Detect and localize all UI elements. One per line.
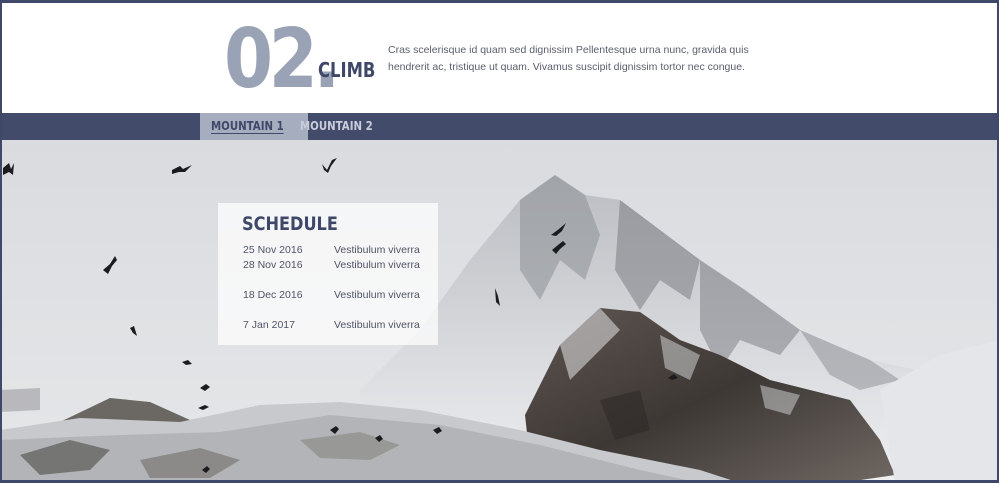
schedule-title: SCHEDULE [242, 213, 338, 235]
mountain-hero-image [0, 140, 999, 483]
mountain-illustration [0, 140, 999, 483]
tab-label: MOUNTAIN 1 [211, 119, 284, 133]
schedule-event: Vestibulum viverra [334, 319, 420, 331]
section-header: 02. CLIMB Cras scelerisque id quam sed d… [0, 0, 999, 113]
schedule-date: 25 Nov 2016 [243, 244, 303, 256]
tab-mountain-2[interactable]: MOUNTAIN 2 [289, 113, 397, 140]
schedule-date: 7 Jan 2017 [243, 319, 295, 331]
intro-text: Cras scelerisque id quam sed dignissim P… [388, 44, 749, 73]
schedule-event: Vestibulum viverra [334, 259, 420, 271]
tab-label: MOUNTAIN 2 [300, 119, 373, 133]
schedule-event: Vestibulum viverra [334, 289, 420, 301]
schedule-card: SCHEDULE 25 Nov 2016 Vestibulum viverra … [218, 203, 438, 345]
schedule-date: 28 Nov 2016 [243, 259, 303, 271]
section-title: CLIMB [318, 58, 376, 82]
tab-bar: MOUNTAIN 1 MOUNTAIN 2 [0, 113, 999, 140]
schedule-date: 18 Dec 2016 [243, 289, 303, 301]
schedule-event: Vestibulum viverra [334, 244, 420, 256]
